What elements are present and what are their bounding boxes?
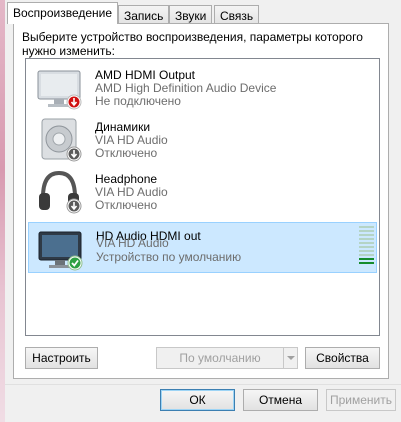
instruction-text: Выберите устройство воспроизведения, пар… bbox=[22, 30, 363, 58]
volume-level-meter bbox=[359, 226, 374, 266]
tab-sounds-label: Звуки bbox=[175, 9, 207, 23]
divider bbox=[5, 384, 401, 385]
device-driver: VIA HD Audio bbox=[96, 236, 169, 250]
device-status: Устройство по умолчанию bbox=[96, 250, 242, 264]
level-bar bbox=[359, 254, 374, 256]
configure-button[interactable]: Настроить bbox=[25, 347, 98, 369]
properties-button[interactable]: Свойства bbox=[305, 347, 380, 369]
level-bar bbox=[359, 238, 374, 240]
device-item-amd-hdmi-output[interactable]: AMD HDMI Output AMD High Definition Audi… bbox=[28, 62, 377, 113]
device-name: Динамики bbox=[95, 120, 151, 134]
tab-playback[interactable]: Воспроизведение bbox=[7, 2, 119, 24]
level-bar bbox=[359, 226, 374, 228]
device-item-hd-audio-hdmi-out[interactable]: HD Audio HDMI out VIA HD Audio Устройств… bbox=[28, 222, 377, 273]
tab-playback-label: Воспроизведение bbox=[13, 6, 113, 20]
speaker-icon bbox=[41, 118, 82, 162]
level-bar bbox=[359, 242, 374, 244]
disabled-arrow-icon bbox=[66, 198, 82, 214]
set-default-button[interactable]: По умолчанию bbox=[156, 347, 298, 369]
monitor-icon bbox=[37, 70, 82, 110]
chevron-down-icon[interactable] bbox=[283, 348, 297, 368]
device-name: Headphone bbox=[95, 172, 158, 186]
monitor-icon bbox=[38, 231, 83, 271]
tab-communications-label: Связь bbox=[220, 9, 254, 23]
level-bar bbox=[359, 250, 374, 252]
device-status: Отключено bbox=[95, 146, 158, 160]
device-list[interactable]: AMD HDMI Output AMD High Definition Audi… bbox=[25, 58, 380, 336]
device-item-headphone[interactable]: Headphone VIA HD Audio Отключено bbox=[28, 166, 377, 217]
level-bar bbox=[359, 234, 374, 236]
level-bar bbox=[359, 246, 374, 248]
headphones-icon bbox=[39, 170, 82, 214]
tab-sounds[interactable]: Звуки bbox=[169, 5, 213, 23]
set-default-label: По умолчанию bbox=[179, 351, 261, 365]
tab-communications[interactable]: Связь bbox=[214, 5, 260, 23]
green-check-icon bbox=[67, 255, 83, 271]
device-name: AMD HDMI Output bbox=[95, 68, 196, 82]
apply-button[interactable]: Применить bbox=[326, 389, 396, 411]
cancel-button[interactable]: Отмена bbox=[243, 389, 318, 411]
device-status: Не подключено bbox=[95, 94, 181, 108]
tab-recording-label: Запись bbox=[124, 9, 164, 23]
level-bar bbox=[359, 262, 374, 264]
disabled-arrow-icon bbox=[66, 146, 82, 162]
sound-dialog: Воспроизведение Запись Звуки Связь Выбер… bbox=[5, 0, 401, 422]
ok-button[interactable]: ОК bbox=[160, 389, 235, 411]
level-bar bbox=[359, 230, 374, 232]
device-item-speakers[interactable]: Динамики VIA HD Audio Отключено bbox=[28, 114, 377, 165]
level-bar bbox=[359, 258, 374, 260]
tab-recording[interactable]: Запись bbox=[118, 5, 170, 23]
red-disconnected-icon bbox=[66, 94, 82, 110]
device-status: Отключено bbox=[95, 198, 158, 212]
